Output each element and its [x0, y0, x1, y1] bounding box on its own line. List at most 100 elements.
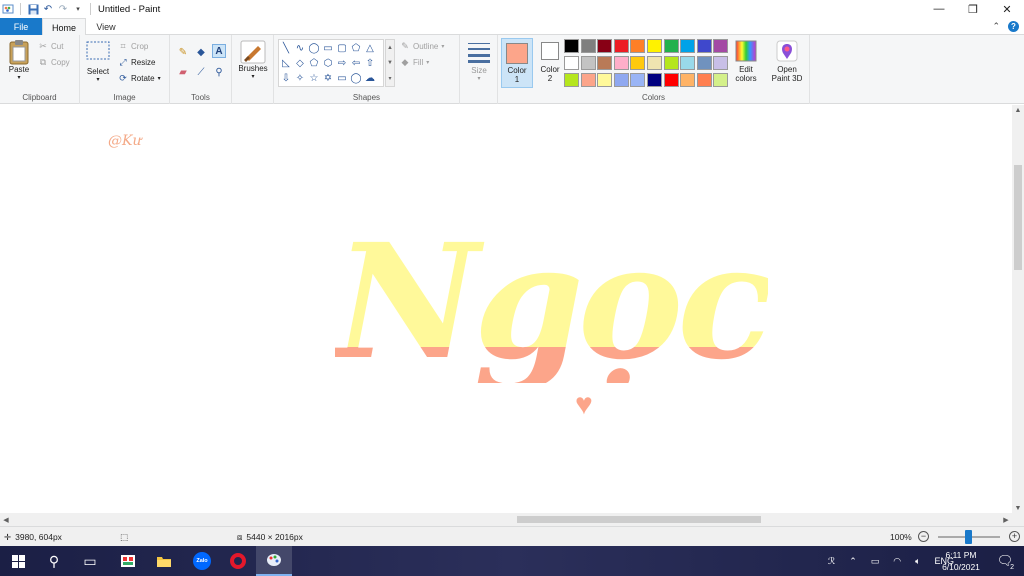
palette-swatch[interactable]	[580, 39, 596, 53]
left-arrow-shape-icon[interactable]: ⇦	[349, 57, 363, 70]
palette-swatch[interactable]	[597, 56, 613, 70]
text-tool-icon[interactable]: A	[212, 44, 226, 58]
hexagon-shape-icon[interactable]: ⬡	[321, 57, 335, 70]
outline-button[interactable]: ✎ Outline ▾	[400, 40, 444, 53]
palette-swatch[interactable]	[713, 73, 729, 87]
vertical-scrollbar[interactable]: ▲ ▼	[1012, 105, 1024, 513]
customize-qat-icon[interactable]: ▾	[72, 3, 84, 15]
edit-colors-button[interactable]: Edit colors	[730, 40, 762, 83]
zalo-icon[interactable]: Zalo	[184, 546, 220, 576]
palette-swatch[interactable]	[597, 39, 613, 53]
palette-swatch[interactable]	[713, 56, 729, 70]
open-paint3d-button[interactable]: Open Paint 3D	[766, 40, 808, 83]
right-arrow-shape-icon[interactable]: ⇨	[335, 57, 349, 70]
scroll-down-icon[interactable]: ▼	[387, 60, 393, 66]
rectangle-shape-icon[interactable]: ▭	[321, 42, 335, 55]
close-icon[interactable]: ✕	[990, 0, 1024, 18]
palette-swatch[interactable]	[696, 73, 712, 87]
paint-taskbar-icon[interactable]	[256, 546, 292, 576]
palette-swatch[interactable]	[647, 39, 662, 53]
color2-button[interactable]: Color 2	[536, 42, 564, 83]
people-icon[interactable]: ℛ	[828, 556, 835, 567]
scroll-right-icon[interactable]: ▶	[1000, 513, 1012, 526]
rotate-button[interactable]: ⟳ Rotate ▾	[118, 72, 160, 85]
palette-swatch[interactable]	[630, 56, 646, 70]
task-view-icon[interactable]: ▭	[72, 546, 108, 576]
horizontal-scrollbar[interactable]: ◀ ▶	[0, 513, 1012, 526]
battery-icon[interactable]: ▭	[871, 556, 880, 567]
undo-icon[interactable]: ↶	[42, 3, 54, 15]
scroll-down-icon[interactable]: ▼	[1012, 503, 1024, 513]
palette-swatch[interactable]	[630, 39, 646, 53]
zoom-slider-thumb[interactable]	[965, 530, 972, 544]
cloud-callout-shape-icon[interactable]: ☁	[363, 72, 377, 85]
tab-view[interactable]: View	[86, 18, 126, 35]
oval-callout-shape-icon[interactable]: ◯	[349, 72, 363, 85]
triangle-shape-icon[interactable]: △	[363, 42, 377, 55]
palette-swatch[interactable]	[613, 39, 629, 53]
vertical-scroll-thumb[interactable]	[1014, 165, 1022, 270]
palette-swatch[interactable]	[663, 73, 679, 87]
rounded-rectangle-shape-icon[interactable]: ▢	[335, 42, 349, 55]
wifi-icon[interactable]: ◠	[893, 556, 901, 567]
file-explorer-icon[interactable]	[146, 546, 182, 576]
palette-swatch[interactable]	[564, 56, 579, 70]
diamond-shape-icon[interactable]: ◇	[293, 57, 307, 70]
palette-swatch[interactable]	[564, 39, 579, 53]
resize-button[interactable]: ⤢ Resize	[118, 56, 155, 69]
fill-button[interactable]: ◆ Fill ▾	[400, 56, 430, 69]
six-point-star-shape-icon[interactable]: ✡	[321, 72, 335, 85]
down-arrow-shape-icon[interactable]: ⇩	[279, 72, 293, 85]
save-icon[interactable]	[27, 3, 39, 15]
select-button[interactable]: Select ▾	[84, 41, 112, 83]
palette-swatch[interactable]	[580, 56, 596, 70]
oval-shape-icon[interactable]: ◯	[307, 42, 321, 55]
palette-swatch[interactable]	[663, 56, 679, 70]
palette-swatch[interactable]	[630, 73, 646, 87]
palette-swatch[interactable]	[564, 73, 579, 87]
scroll-up-icon[interactable]: ▲	[387, 45, 393, 51]
scroll-up-icon[interactable]: ▲	[1012, 105, 1024, 115]
color-picker-icon[interactable]: ⟋	[194, 65, 208, 79]
tab-home[interactable]: Home	[42, 18, 86, 36]
crop-button[interactable]: ⌗ Crop	[118, 40, 148, 53]
help-icon[interactable]: ?	[1008, 21, 1019, 32]
palette-swatch[interactable]	[597, 73, 613, 87]
fill-bucket-icon[interactable]: ◆	[194, 45, 208, 59]
polygon-shape-icon[interactable]: ⬠	[349, 42, 363, 55]
show-hidden-icons-icon[interactable]: ⌃	[849, 556, 857, 567]
drawing-canvas[interactable]: @Kư Ngọc ♥	[0, 105, 1012, 513]
redo-icon[interactable]: ↷	[57, 3, 69, 15]
five-point-star-shape-icon[interactable]: ☆	[307, 72, 321, 85]
rect-callout-shape-icon[interactable]: ▭	[335, 72, 349, 85]
palette-swatch[interactable]	[580, 73, 596, 87]
collapse-ribbon-icon[interactable]: ⌃	[992, 21, 1000, 32]
expand-icon[interactable]: ▾	[388, 75, 391, 82]
right-triangle-shape-icon[interactable]: ◺	[279, 57, 293, 70]
copy-button[interactable]: ⧉ Copy	[38, 56, 70, 69]
brushes-button[interactable]: Brushes ▾	[236, 40, 270, 80]
paint-app-icon[interactable]	[2, 3, 14, 15]
scroll-left-icon[interactable]: ◀	[0, 513, 12, 526]
shapes-scroll[interactable]: ▲ ▼ ▾	[385, 39, 395, 87]
zoom-out-icon[interactable]: −	[918, 531, 929, 542]
palette-swatch[interactable]	[680, 73, 696, 87]
cut-button[interactable]: ✂ Cut	[38, 40, 63, 53]
minimize-icon[interactable]: —	[922, 0, 956, 18]
palette-swatch[interactable]	[663, 39, 679, 53]
pencil-icon[interactable]: ✎	[176, 45, 190, 59]
four-point-star-shape-icon[interactable]: ✧	[293, 72, 307, 85]
palette-swatch[interactable]	[680, 56, 696, 70]
eraser-icon[interactable]: ▰	[176, 65, 190, 79]
palette-swatch[interactable]	[696, 39, 712, 53]
windows-start-icon[interactable]	[0, 546, 36, 576]
horizontal-scroll-thumb[interactable]	[517, 516, 761, 523]
app-icon[interactable]	[110, 546, 146, 576]
palette-swatch[interactable]	[613, 56, 629, 70]
opera-icon[interactable]	[220, 546, 256, 576]
palette-swatch[interactable]	[696, 56, 712, 70]
palette-swatch[interactable]	[647, 56, 662, 70]
palette-swatch[interactable]	[713, 39, 729, 53]
line-shape-icon[interactable]: ╲	[279, 42, 293, 55]
volume-icon[interactable]: 🔈︎	[915, 556, 920, 567]
